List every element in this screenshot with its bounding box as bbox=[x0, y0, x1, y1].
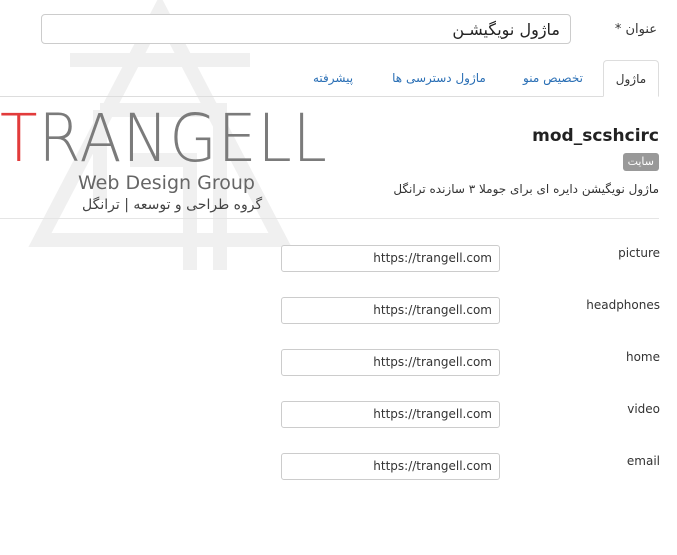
field-label-headphones: headphones bbox=[586, 298, 660, 312]
logo-wordmark: TRANGELL bbox=[0, 106, 328, 172]
logo-subtitle: Web Design Group bbox=[78, 172, 255, 194]
field-input-headphones[interactable]: https://trangell.com bbox=[281, 297, 500, 324]
tab-advanced[interactable]: پیشرفته bbox=[297, 60, 369, 96]
field-label-picture: picture bbox=[618, 246, 660, 260]
field-label-email: email bbox=[626, 454, 660, 468]
field-input-home[interactable]: https://trangell.com bbox=[281, 349, 500, 376]
tab-bar: ماژول تخصیص منو ماژول دسترسی ها پیشرفته bbox=[0, 60, 659, 97]
logo-first-letter: T bbox=[0, 100, 39, 177]
title-label: عنوان * bbox=[614, 22, 657, 37]
title-row: عنوان * ماژول نویگیشـن bbox=[41, 14, 657, 46]
title-input[interactable]: ماژول نویگیشـن bbox=[41, 14, 571, 44]
tab-module[interactable]: ماژول bbox=[603, 60, 659, 97]
trangell-logo: TRANGELL Web Design Group گروه طراحی و ت… bbox=[0, 106, 340, 226]
tab-menu-assignment[interactable]: تخصیص منو bbox=[517, 60, 589, 96]
divider bbox=[0, 218, 659, 219]
module-name: mod_scshcirc bbox=[532, 126, 659, 146]
field-label-video: video bbox=[627, 402, 660, 416]
field-label-home: home bbox=[625, 350, 660, 364]
tab-module-permissions[interactable]: ماژول دسترسی ها bbox=[379, 60, 499, 96]
field-input-email[interactable]: https://trangell.com bbox=[281, 453, 500, 480]
module-description: ماژول نویگیشن دایره ای برای جوملا ۳ سازن… bbox=[393, 182, 659, 196]
logo-rest: RANGELL bbox=[38, 100, 328, 177]
site-badge: سایت bbox=[622, 153, 659, 171]
field-input-video[interactable]: https://trangell.com bbox=[281, 401, 500, 428]
field-input-picture[interactable]: https://trangell.com bbox=[281, 245, 500, 272]
logo-subtitle-fa: گروه طراحی و توسعه | ترانگل bbox=[82, 197, 263, 213]
